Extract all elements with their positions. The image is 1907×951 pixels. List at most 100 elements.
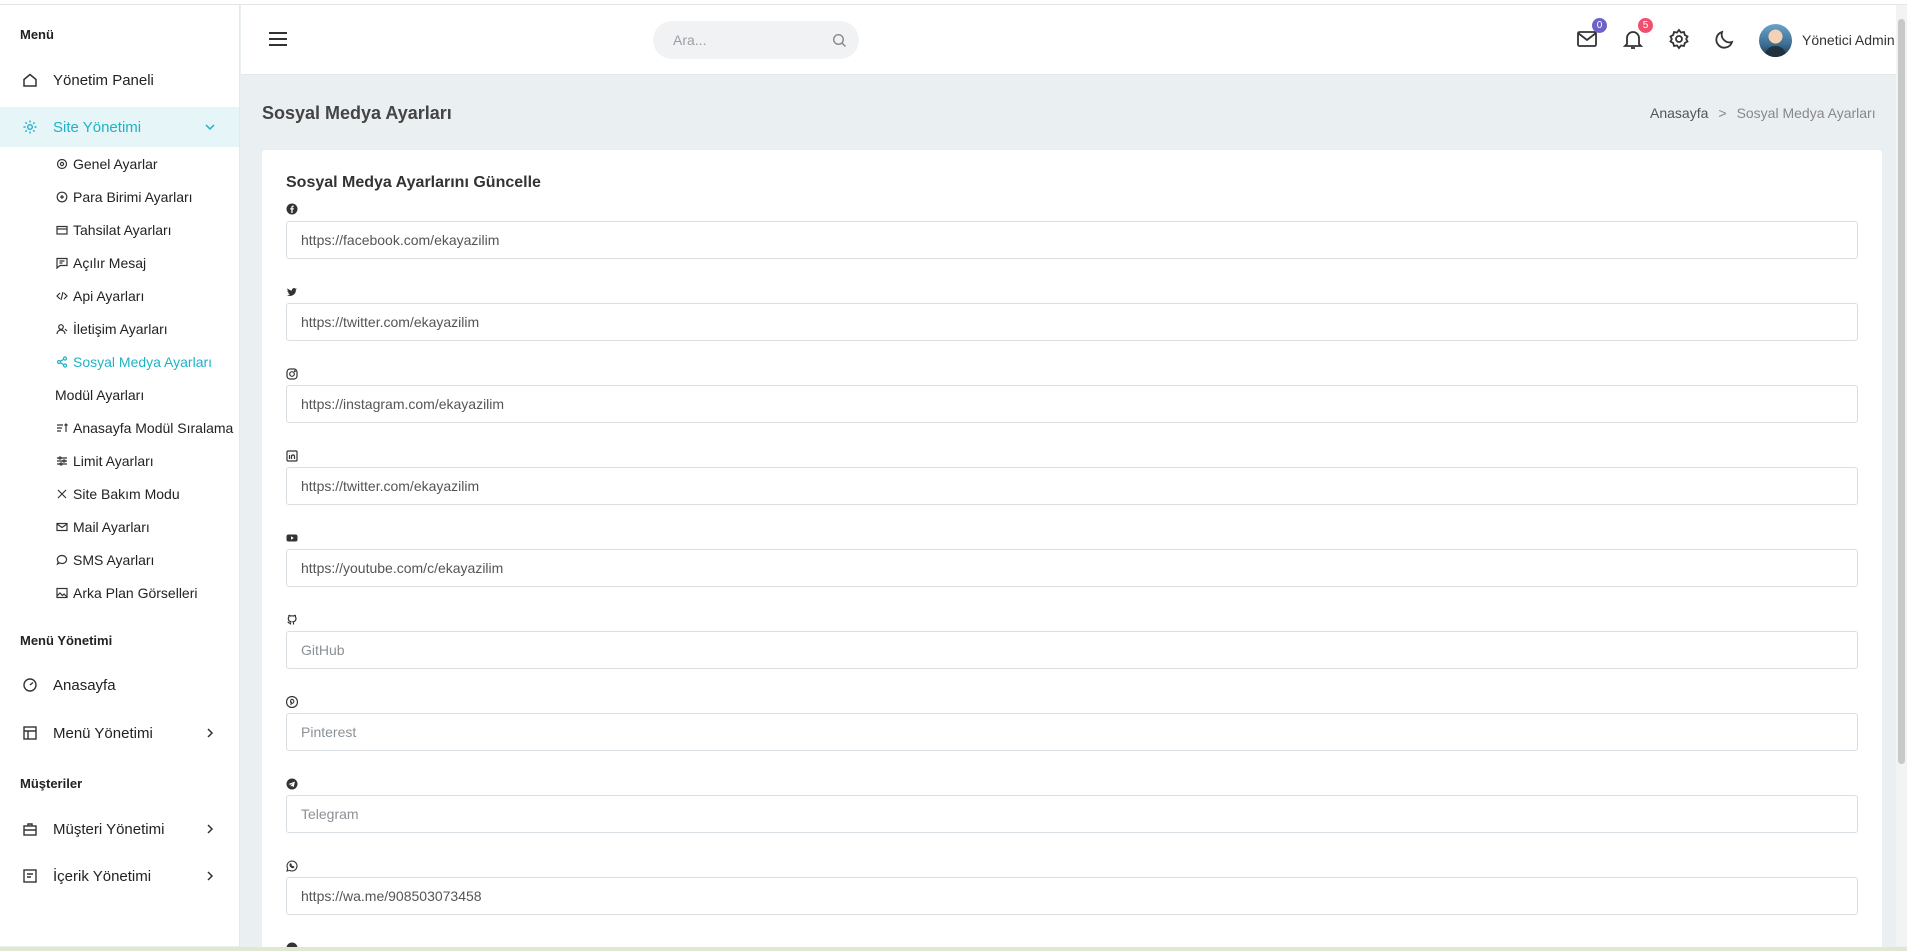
sidebar-item-label: Site Yönetimi: [53, 118, 142, 136]
instagram-url-input[interactable]: [286, 385, 1858, 423]
github-icon: [286, 614, 300, 628]
dashboard-icon: [20, 675, 40, 695]
scrollbar-thumb[interactable]: [1898, 19, 1905, 764]
notification-badge: 5: [1638, 18, 1653, 33]
code-icon: [55, 289, 69, 303]
sidebar-item-label: İçerik Yönetimi: [53, 867, 152, 885]
breadcrumb-separator: >: [1718, 105, 1727, 121]
social-media-settings-card: Sosyal Medya Ayarlarını Güncelle: [262, 150, 1882, 951]
sidebar-item-menu-management[interactable]: Menü Yönetimi: [0, 713, 239, 753]
sidebar-subitem-label: Modül Ayarları: [55, 387, 145, 403]
linkedin-url-input[interactable]: [286, 467, 1858, 505]
sidebar-subitem-label: Sosyal Medya Ayarları: [73, 354, 213, 370]
sidebar-subitem-background-images[interactable]: Arka Plan Görselleri: [55, 582, 198, 604]
whatsapp-url-input[interactable]: [286, 877, 1858, 915]
sidebar-subitem-social-media-settings[interactable]: Sosyal Medya Ayarları: [55, 351, 212, 373]
contact-icon: [55, 322, 69, 336]
telegram-icon: [286, 778, 300, 792]
sidebar-subitem-limit-settings[interactable]: Limit Ayarları: [55, 450, 154, 472]
sidebar-subitem-label: Açılır Mesaj: [73, 255, 147, 271]
pinterest-icon: [286, 696, 300, 710]
briefcase-icon: [20, 819, 40, 839]
sidebar-item-customer-management[interactable]: Müşteri Yönetimi: [0, 809, 239, 849]
sidebar-subitem-collection-settings[interactable]: Tahsilat Ayarları: [55, 219, 172, 241]
page-title: Sosyal Medya Ayarları: [262, 103, 452, 123]
sidebar-subitem-currency-settings[interactable]: Para Birimi Ayarları: [55, 186, 193, 208]
image-icon: [55, 586, 69, 600]
sidebar-item-content-management[interactable]: İçerik Yönetimi: [0, 856, 239, 896]
gear-icon: [20, 117, 40, 137]
content-icon: [20, 866, 40, 886]
page-scrollbar[interactable]: [1896, 5, 1907, 946]
mail-button[interactable]: 0: [1575, 18, 1607, 51]
user-name: Yönetici Admin: [1802, 32, 1895, 48]
sidebar-item-label: Anasayfa: [53, 676, 116, 694]
gear-icon: [55, 157, 69, 171]
search-box: [653, 21, 859, 59]
notification-button[interactable]: 5: [1621, 18, 1653, 51]
mail-badge: 0: [1592, 18, 1607, 33]
mail-icon: [55, 520, 69, 534]
telegram-url-input[interactable]: [286, 795, 1858, 833]
breadcrumb-home-link[interactable]: Anasayfa: [1650, 105, 1708, 121]
sidebar-item-homepage[interactable]: Anasayfa: [0, 665, 239, 705]
menu-section-header: Menü: [20, 27, 54, 42]
home-icon: [20, 70, 40, 90]
user-menu[interactable]: Yönetici Admin: [1759, 23, 1895, 57]
layout-icon: [20, 723, 40, 743]
youtube-icon: [286, 532, 300, 546]
instagram-icon: [286, 368, 300, 382]
facebook-icon: [286, 203, 300, 217]
sidebar-subitem-api-settings[interactable]: Api Ayarları: [55, 285, 144, 307]
message-icon: [55, 256, 69, 270]
search-icon[interactable]: [832, 33, 847, 48]
sidebar-subitem-module-settings[interactable]: Modül Ayarları: [55, 384, 144, 406]
share-icon: [55, 355, 69, 369]
sidebar-item-dashboard[interactable]: Yönetim Paneli: [0, 60, 239, 100]
chevron-right-icon: [202, 725, 218, 741]
sidebar-subitem-label: Mail Ayarları: [73, 519, 150, 535]
breadcrumb: Anasayfa > Sosyal Medya Ayarları: [1650, 105, 1876, 121]
dark-mode-toggle[interactable]: [1713, 27, 1737, 51]
linkedin-icon: [286, 450, 300, 464]
chevron-right-icon: [202, 821, 218, 837]
search-input[interactable]: [673, 32, 823, 48]
avatar: [1759, 23, 1792, 57]
github-url-input[interactable]: [286, 631, 1858, 669]
sliders-icon: [55, 454, 69, 468]
sidebar-item-label: Yönetim Paneli: [53, 71, 154, 89]
youtube-url-input[interactable]: [286, 549, 1858, 587]
sidebar-subitem-maintenance-mode[interactable]: Site Bakım Modu: [55, 483, 180, 505]
form-title: Sosyal Medya Ayarlarını Güncelle: [286, 174, 541, 191]
sidebar-subitem-label: Api Ayarları: [73, 288, 145, 304]
currency-icon: [55, 190, 69, 204]
chat-icon: [55, 553, 69, 567]
facebook-url-input[interactable]: [286, 221, 1858, 259]
window-bottom-edge: [0, 947, 1907, 951]
sidebar-item-label: Müşteri Yönetimi: [53, 820, 165, 838]
sort-icon: [55, 421, 69, 435]
sidebar-subitem-mail-settings[interactable]: Mail Ayarları: [55, 516, 150, 538]
sidebar-subitem-sms-settings[interactable]: SMS Ayarları: [55, 549, 154, 571]
pinterest-url-input[interactable]: [286, 713, 1858, 751]
sidebar-subitem-label: Tahsilat Ayarları: [73, 222, 172, 238]
menu-management-section-header: Menü Yönetimi: [20, 633, 113, 648]
wallet-icon: [55, 223, 69, 237]
sidebar-item-site-management[interactable]: Site Yönetimi: [0, 107, 239, 147]
sidebar-subitem-label: Site Bakım Modu: [73, 486, 180, 502]
tools-icon: [55, 487, 69, 501]
top-bar: 0 5 Yönetici Admin: [241, 5, 1907, 75]
sidebar-subitem-label: Anasayfa Modül Sıralama: [73, 420, 234, 436]
sidebar-subitem-homepage-module-order[interactable]: Anasayfa Modül Sıralama: [55, 417, 233, 439]
sidebar-subitem-popup-message[interactable]: Açılır Mesaj: [55, 252, 146, 274]
sidebar-subitem-label: SMS Ayarları: [73, 552, 155, 568]
sidebar-subitem-label: Genel Ayarlar: [73, 156, 158, 172]
sidebar-subitem-general-settings[interactable]: Genel Ayarlar: [55, 153, 158, 175]
twitter-url-input[interactable]: [286, 303, 1858, 341]
sidebar-item-label: Menü Yönetimi: [53, 724, 153, 742]
sidebar-subitem-contact-settings[interactable]: İletişim Ayarları: [55, 318, 168, 340]
settings-button[interactable]: [1667, 27, 1691, 51]
hamburger-menu-icon[interactable]: [267, 29, 289, 49]
sidebar-subitem-label: Limit Ayarları: [73, 453, 154, 469]
sidebar-subitem-label: İletişim Ayarları: [73, 321, 168, 337]
